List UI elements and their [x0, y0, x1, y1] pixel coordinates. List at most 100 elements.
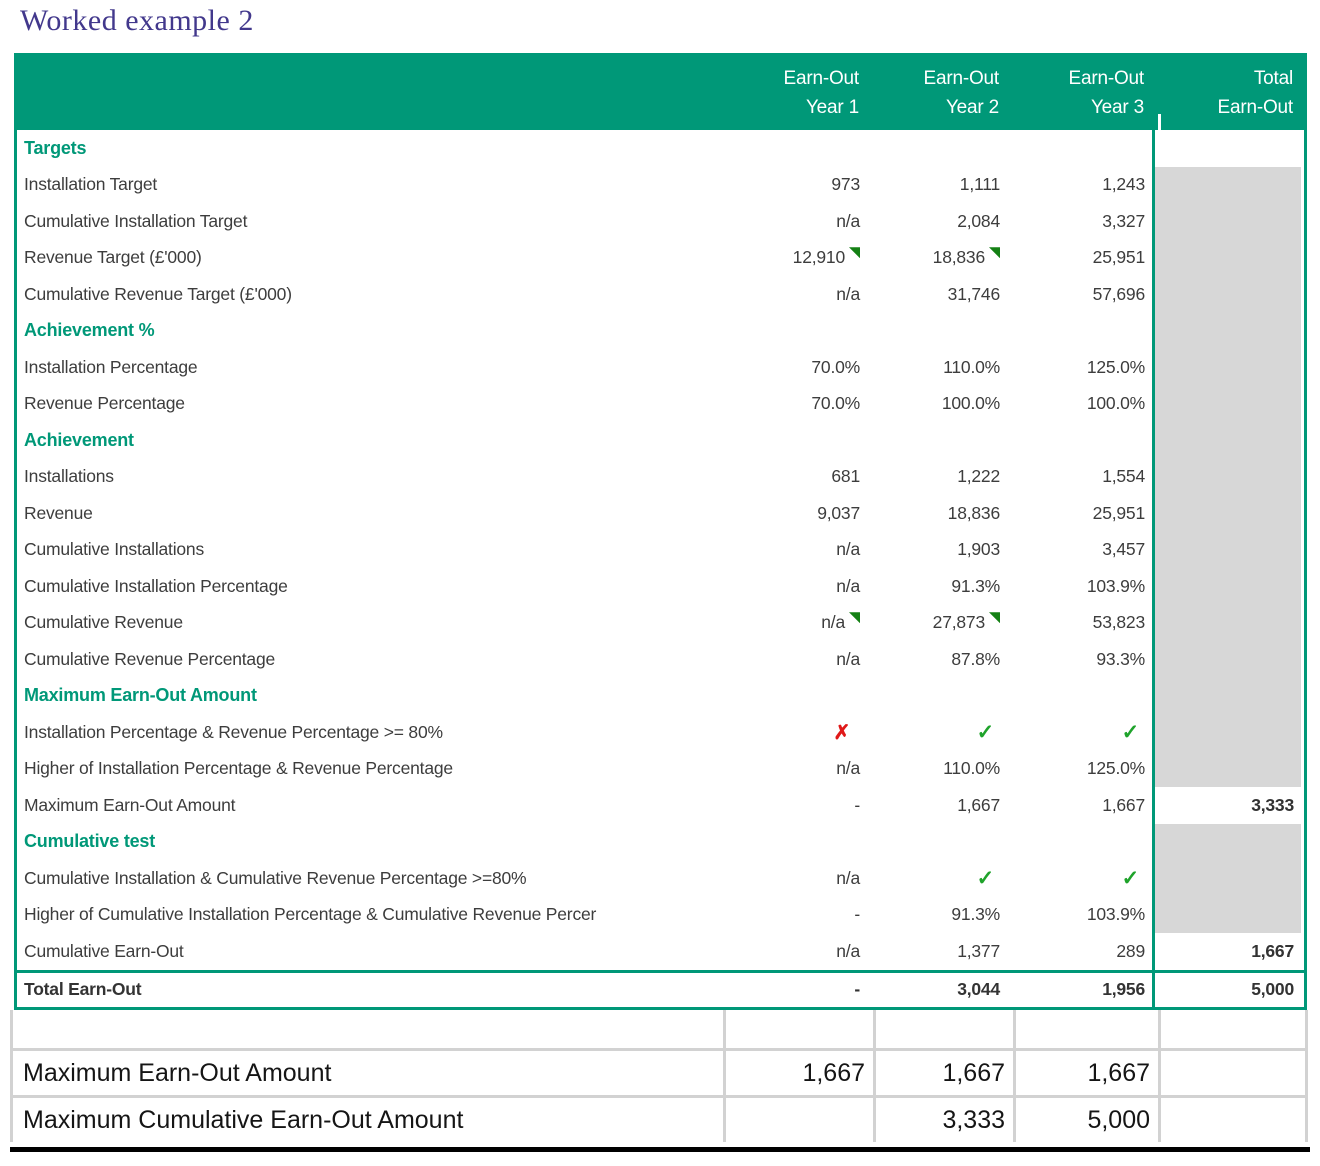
cell-total[interactable]: [1152, 458, 1301, 495]
cell-year-3[interactable]: 3,327: [1007, 211, 1152, 232]
row-label[interactable]: Revenue Target (£'000): [17, 247, 722, 268]
summary-cell-1[interactable]: [726, 1010, 876, 1048]
row-label[interactable]: Cumulative Installations: [17, 539, 722, 560]
cell-total[interactable]: [1152, 239, 1301, 276]
cell-year-2[interactable]: 91.3%: [867, 576, 1007, 597]
cell-total[interactable]: 3,333: [1152, 787, 1301, 824]
cell-year-1[interactable]: n/a: [722, 284, 867, 305]
cell-total[interactable]: [1152, 349, 1301, 386]
row-label[interactable]: Higher of Cumulative Installation Percen…: [17, 904, 722, 925]
cell-year-3[interactable]: 125.0%: [1007, 357, 1152, 378]
cell-year-2[interactable]: 1,222: [867, 466, 1007, 487]
cell-year-2[interactable]: 2,084: [867, 211, 1007, 232]
header-col-1[interactable]: Earn-Out Year 1: [722, 64, 867, 130]
row-label[interactable]: Cumulative Installation & Cumulative Rev…: [17, 868, 722, 889]
header-col-3[interactable]: Earn-Out Year 3: [1007, 64, 1152, 130]
cell-year-1[interactable]: -: [722, 979, 867, 1000]
cell-year-1[interactable]: n/a: [722, 868, 867, 889]
cell-total[interactable]: [1152, 823, 1301, 860]
section-label[interactable]: Achievement %: [17, 320, 722, 341]
summary-cell-4[interactable]: [1161, 1051, 1308, 1095]
cell-year-3[interactable]: 289: [1007, 941, 1152, 962]
cell-year-3[interactable]: 53,823: [1007, 612, 1152, 633]
cell-year-3[interactable]: 93.3%: [1007, 649, 1152, 670]
cell-year-2[interactable]: 1,903: [867, 539, 1007, 560]
summary-cell-2[interactable]: 3,333: [876, 1098, 1016, 1142]
cell-year-2[interactable]: 1,667: [867, 795, 1007, 816]
row-label[interactable]: Cumulative Earn-Out: [17, 941, 722, 962]
cell-year-1[interactable]: 9,037: [722, 503, 867, 524]
cell-total[interactable]: [1152, 641, 1301, 678]
cell-total[interactable]: [1152, 568, 1301, 605]
cell-year-1[interactable]: n/a: [722, 649, 867, 670]
summary-cell-2[interactable]: 1,667: [876, 1051, 1016, 1095]
cell-total[interactable]: [1152, 385, 1301, 422]
summary-cell-1[interactable]: 1,667: [726, 1051, 876, 1095]
summary-row-label[interactable]: [13, 1010, 726, 1048]
row-label[interactable]: Revenue Percentage: [17, 393, 722, 414]
cell-year-3[interactable]: 125.0%: [1007, 758, 1152, 779]
cell-year-1[interactable]: n/a: [722, 758, 867, 779]
cell-total[interactable]: 1,667: [1152, 933, 1301, 970]
cell-year-2[interactable]: 110.0%: [867, 758, 1007, 779]
cell-year-1[interactable]: n/a: [722, 941, 867, 962]
summary-cell-3[interactable]: 1,667: [1016, 1051, 1161, 1095]
cell-year-2[interactable]: 110.0%: [867, 357, 1007, 378]
cell-total[interactable]: [1152, 166, 1301, 203]
header-col-4[interactable]: Total Earn-Out: [1152, 64, 1301, 130]
cell-year-2[interactable]: 87.8%: [867, 649, 1007, 670]
cell-year-1[interactable]: n/a: [722, 576, 867, 597]
cell-year-2[interactable]: 27,873: [867, 612, 1007, 633]
cell-total[interactable]: [1152, 130, 1301, 167]
cell-year-3[interactable]: ✓: [1007, 720, 1152, 745]
cell-total[interactable]: [1152, 677, 1301, 714]
cell-year-3[interactable]: 1,956: [1007, 979, 1152, 1000]
cell-year-3[interactable]: 1,554: [1007, 466, 1152, 487]
cell-year-3[interactable]: 25,951: [1007, 503, 1152, 524]
section-label[interactable]: Maximum Earn-Out Amount: [17, 685, 722, 706]
cell-year-3[interactable]: 100.0%: [1007, 393, 1152, 414]
cell-year-3[interactable]: 103.9%: [1007, 576, 1152, 597]
cell-year-2[interactable]: 1,377: [867, 941, 1007, 962]
cell-year-2[interactable]: 18,836: [867, 247, 1007, 268]
row-label[interactable]: Installations: [17, 466, 722, 487]
row-label[interactable]: Higher of Installation Percentage & Reve…: [17, 758, 722, 779]
cell-year-1[interactable]: -: [722, 904, 867, 925]
cell-year-2[interactable]: 3,044: [867, 979, 1007, 1000]
row-label[interactable]: Cumulative Revenue: [17, 612, 722, 633]
row-label[interactable]: Installation Percentage & Revenue Percen…: [17, 722, 722, 743]
cell-year-2[interactable]: 1,111: [867, 174, 1007, 195]
cell-total[interactable]: [1152, 896, 1301, 933]
cell-year-1[interactable]: n/a: [722, 539, 867, 560]
cell-year-2[interactable]: ✓: [867, 866, 1007, 891]
cell-year-1[interactable]: 681: [722, 466, 867, 487]
cell-total[interactable]: [1152, 495, 1301, 532]
header-col-2[interactable]: Earn-Out Year 2: [867, 64, 1007, 130]
cell-year-3[interactable]: 57,696: [1007, 284, 1152, 305]
cell-total[interactable]: [1152, 276, 1301, 313]
cell-year-3[interactable]: 103.9%: [1007, 904, 1152, 925]
row-label[interactable]: Cumulative Revenue Target (£'000): [17, 284, 722, 305]
cell-year-1[interactable]: 12,910: [722, 247, 867, 268]
summary-cell-4[interactable]: [1161, 1098, 1308, 1142]
row-label[interactable]: Installation Target: [17, 174, 722, 195]
cell-year-3[interactable]: ✓: [1007, 866, 1152, 891]
summary-cell-2[interactable]: [876, 1010, 1016, 1048]
cell-total[interactable]: [1152, 312, 1301, 349]
cell-year-1[interactable]: -: [722, 795, 867, 816]
cell-year-3[interactable]: 1,243: [1007, 174, 1152, 195]
section-label[interactable]: Targets: [17, 138, 722, 159]
cell-year-2[interactable]: 91.3%: [867, 904, 1007, 925]
cell-year-2[interactable]: 100.0%: [867, 393, 1007, 414]
summary-cell-3[interactable]: 5,000: [1016, 1098, 1161, 1142]
cell-total[interactable]: [1152, 531, 1301, 568]
cell-total[interactable]: [1152, 750, 1301, 787]
cell-total[interactable]: [1152, 203, 1301, 240]
summary-cell-1[interactable]: [726, 1098, 876, 1142]
row-label[interactable]: Maximum Earn-Out Amount: [17, 795, 722, 816]
summary-row-label[interactable]: Maximum Cumulative Earn-Out Amount: [13, 1098, 726, 1142]
row-label[interactable]: Total Earn-Out: [17, 979, 722, 1000]
cell-year-3[interactable]: 3,457: [1007, 539, 1152, 560]
cell-total[interactable]: [1152, 604, 1301, 641]
cell-total[interactable]: [1152, 714, 1301, 751]
